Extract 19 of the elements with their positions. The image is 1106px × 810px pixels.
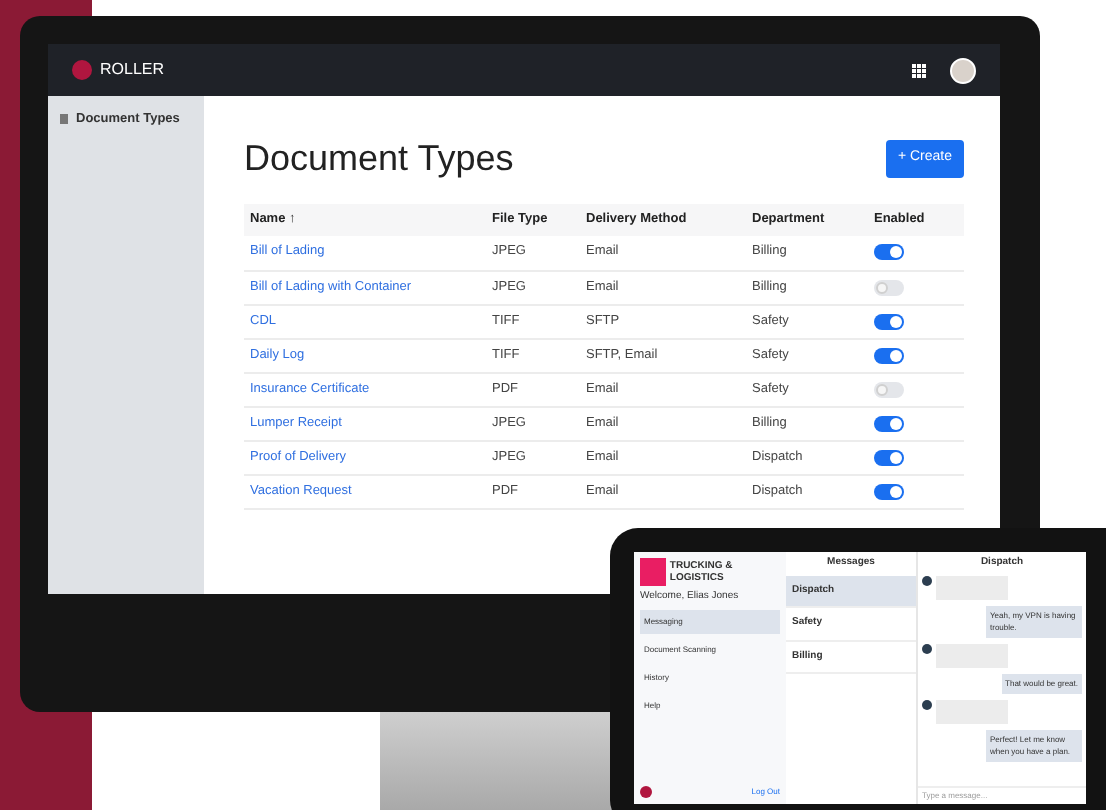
avatar-icon[interactable] <box>950 57 976 83</box>
toggle-switch[interactable] <box>874 244 904 261</box>
avatar-icon <box>922 699 932 709</box>
toggle-switch[interactable] <box>874 313 904 329</box>
brand-name: ROLLER <box>100 58 165 82</box>
apps-grid-icon[interactable] <box>912 63 926 77</box>
document-icon <box>60 114 68 125</box>
toggle-switch[interactable] <box>874 381 904 397</box>
toggle-switch[interactable] <box>874 449 904 465</box>
toggle-switch[interactable] <box>874 415 904 431</box>
page-title: Document Types <box>244 136 514 182</box>
toggle-switch[interactable] <box>874 279 904 295</box>
roller-logo-icon <box>640 786 652 798</box>
avatar-icon <box>922 643 932 653</box>
avatar-icon <box>922 575 932 585</box>
logo-icon <box>640 558 666 586</box>
toggle-switch[interactable] <box>874 483 904 499</box>
logo-icon <box>72 60 92 80</box>
toggle-switch[interactable] <box>874 347 904 363</box>
